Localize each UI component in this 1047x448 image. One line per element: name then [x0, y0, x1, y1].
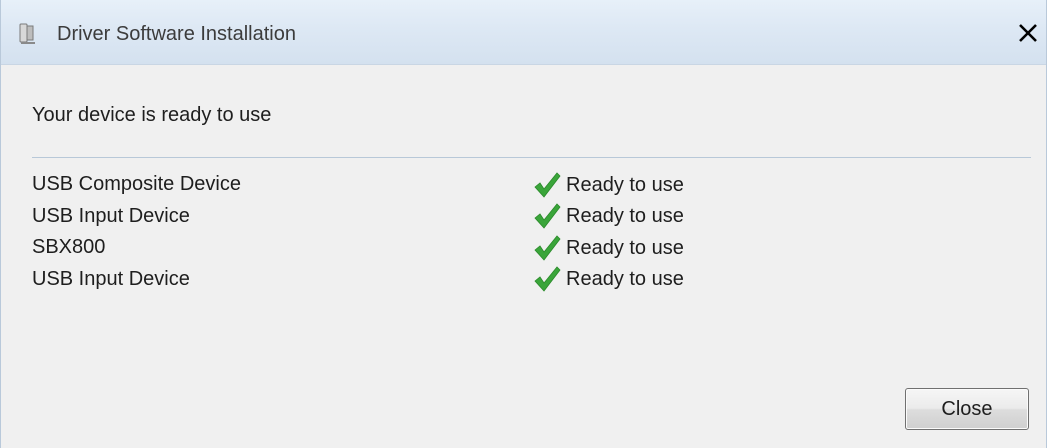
- device-status: Ready to use: [532, 264, 684, 295]
- driver-install-dialog: Driver Software Installation Your device…: [0, 0, 1047, 448]
- green-check-icon: [534, 171, 561, 198]
- usb-device-icon: [17, 22, 39, 46]
- device-status: Ready to use: [532, 232, 684, 263]
- status-headline: Your device is ready to use: [32, 104, 272, 126]
- device-status: Ready to use: [532, 201, 684, 232]
- close-button[interactable]: Close: [905, 388, 1029, 430]
- green-check-icon: [534, 234, 561, 261]
- dialog-content: Your device is ready to use USB Composit…: [1, 65, 1046, 448]
- close-x-icon[interactable]: [1011, 18, 1045, 48]
- divider: [32, 157, 1031, 158]
- device-row: USB Input Device Ready to use: [32, 201, 1031, 233]
- device-row: USB Input Device Ready to use: [32, 264, 1031, 296]
- green-check-icon: [534, 203, 561, 229]
- status-text: Ready to use: [566, 173, 684, 196]
- device-name: SBX800: [32, 236, 106, 258]
- title-bar[interactable]: Driver Software Installation: [1, 0, 1046, 65]
- device-name: USB Composite Device: [32, 173, 241, 195]
- device-row: USB Composite Device Ready to use: [32, 169, 1031, 201]
- device-name: USB Input Device: [32, 267, 190, 290]
- device-status: Ready to use: [532, 169, 684, 200]
- status-text: Ready to use: [566, 205, 684, 227]
- device-row: SBX800 Ready to use: [32, 232, 1031, 264]
- green-check-icon: [534, 266, 561, 292]
- window-title: Driver Software Installation: [57, 23, 296, 45]
- device-list: USB Composite Device Ready to use USB In…: [32, 169, 1031, 295]
- status-text: Ready to use: [566, 236, 684, 259]
- device-name: USB Input Device: [32, 204, 190, 227]
- status-text: Ready to use: [566, 268, 684, 290]
